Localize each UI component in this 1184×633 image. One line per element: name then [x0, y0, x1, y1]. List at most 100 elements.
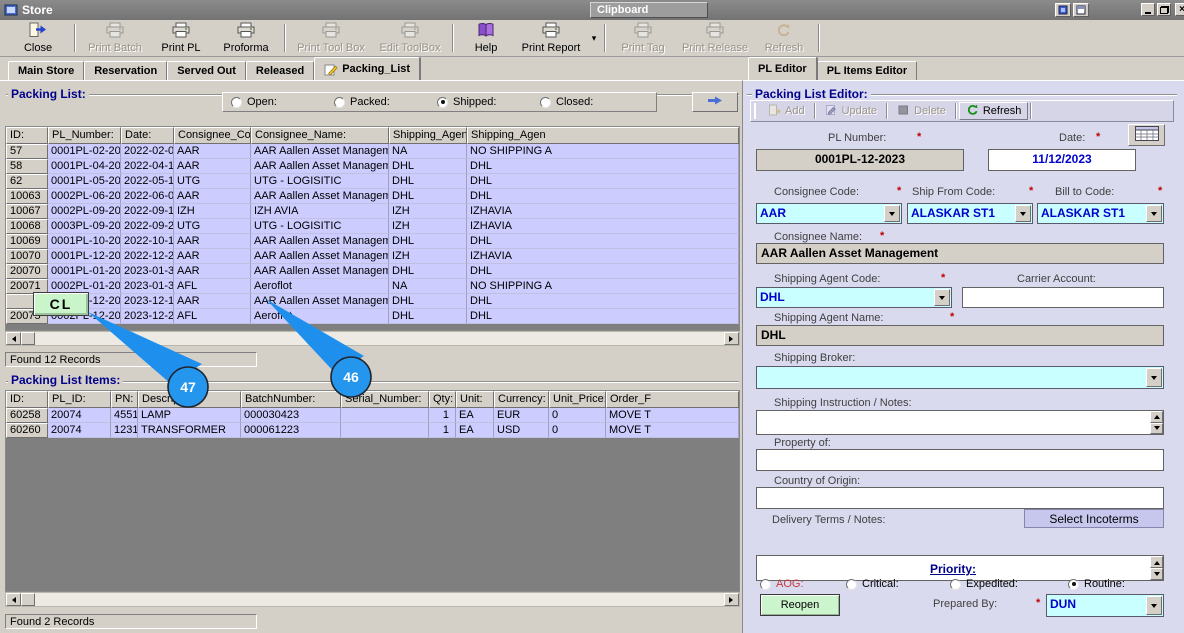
- filter-open[interactable]: Open:: [231, 96, 334, 108]
- tab-main-store[interactable]: Main Store: [8, 61, 85, 80]
- tab-packing-list[interactable]: Packing_List: [314, 57, 421, 80]
- column-header-date[interactable]: Date:: [121, 127, 174, 144]
- help-button[interactable]: Help: [458, 22, 514, 54]
- priority-critical[interactable]: Critical:: [846, 578, 899, 590]
- cl-annotation-button[interactable]: CL: [33, 292, 89, 316]
- date-field[interactable]: 11/12/2023: [988, 149, 1136, 171]
- items-hscrollbar[interactable]: [5, 592, 740, 607]
- packing-list-hscrollbar[interactable]: [5, 331, 740, 346]
- column-header-consignee-code[interactable]: Consignee_Code:: [174, 127, 251, 144]
- tab-released[interactable]: Released: [245, 61, 315, 80]
- priority-aog[interactable]: AOG:: [760, 578, 804, 590]
- column-header-description[interactable]: Description:: [138, 391, 241, 408]
- print-pl-button[interactable]: Print PL: [150, 22, 212, 54]
- table-row[interactable]: 100680003PL-09-20222022-09-26UTGUTG - LO…: [6, 219, 739, 234]
- store-shortcut-icon[interactable]: [1055, 3, 1071, 17]
- consignee-code-select[interactable]: AAR: [756, 203, 902, 224]
- radio-button-icon[interactable]: [334, 96, 345, 108]
- close-button[interactable]: Close: [6, 22, 70, 54]
- bill-to-code-select[interactable]: ALASKAR ST1: [1037, 203, 1164, 224]
- proforma-button[interactable]: Proforma: [212, 22, 280, 54]
- radio-button-icon[interactable]: [846, 578, 857, 590]
- table-row[interactable]: 100630002PL-06-20222022-06-06AARAAR Aall…: [6, 189, 739, 204]
- column-header-shipping-agent-cod[interactable]: Shipping_Agent_Cod: [389, 127, 467, 144]
- table-row[interactable]: 580001PL-04-20222022-04-18AARAAR Aallen …: [6, 159, 739, 174]
- scroll-up-icon[interactable]: [1150, 556, 1163, 568]
- filter-shipped[interactable]: Shipped:: [437, 96, 540, 108]
- scroll-left-icon[interactable]: [6, 332, 21, 345]
- tab-pl-items-editor[interactable]: PL Items Editor: [816, 61, 918, 80]
- column-header-currency[interactable]: Currency:: [494, 391, 549, 408]
- priority-routine[interactable]: Routine:: [1068, 578, 1125, 590]
- print-report-dropdown-icon[interactable]: ▾: [588, 22, 600, 54]
- textarea-scroll-buttons[interactable]: [1150, 556, 1163, 580]
- restore-button[interactable]: [1157, 3, 1171, 16]
- scroll-up-icon[interactable]: [1150, 411, 1163, 423]
- reopen-button[interactable]: Reopen: [760, 594, 840, 616]
- scrollbar-track[interactable]: [35, 593, 724, 606]
- chevron-down-icon[interactable]: [884, 205, 900, 222]
- column-header-unit-price[interactable]: Unit_Price:: [549, 391, 606, 408]
- table-row[interactable]: 620001PL-05-20222022-05-12UTGUTG - LOGIS…: [6, 174, 739, 189]
- tab-served-out[interactable]: Served Out: [167, 61, 246, 80]
- country-of-origin-input[interactable]: [756, 487, 1164, 509]
- radio-button-icon[interactable]: [1068, 578, 1079, 590]
- ship-from-code-select[interactable]: ALASKAR ST1: [907, 203, 1033, 224]
- filter-closed[interactable]: Closed:: [540, 96, 643, 108]
- scrollbar-track[interactable]: [35, 332, 724, 345]
- column-header-id[interactable]: ID:: [6, 127, 48, 144]
- scroll-right-icon[interactable]: [724, 332, 739, 345]
- table-row[interactable]: 570001PL-02-20222022-02-01AARAAR Aallen …: [6, 144, 739, 159]
- table-row[interactable]: 602602007412311TRANSFORMER000061223 1EAUS…: [6, 423, 739, 438]
- carrier-account-input[interactable]: [962, 287, 1164, 308]
- apply-filter-button[interactable]: [692, 92, 738, 112]
- scrollbar-thumb[interactable]: [21, 593, 35, 606]
- chevron-down-icon[interactable]: [934, 289, 950, 306]
- column-header-pl-number[interactable]: PL_Number:: [48, 127, 121, 144]
- table-row[interactable]: 100690001PL-10-20222022-10-13AARAAR Aall…: [6, 234, 739, 249]
- column-header-pn[interactable]: PN:: [111, 391, 138, 408]
- refresh-button[interactable]: Refresh: [958, 102, 1029, 120]
- column-header-batchnumber[interactable]: BatchNumber:: [241, 391, 341, 408]
- table-row[interactable]: 100700001PL-12-20222022-12-21AARAAR Aall…: [6, 249, 739, 264]
- select-incoterms-button[interactable]: Select Incoterms: [1024, 509, 1164, 528]
- print-report-button[interactable]: Print Report: [514, 22, 588, 54]
- column-header-order-f[interactable]: Order_F: [606, 391, 739, 408]
- column-header-qty[interactable]: Qty:: [429, 391, 456, 408]
- chevron-down-icon[interactable]: [1146, 596, 1162, 615]
- table-row[interactable]: 0001PL-12-20232023-12-11AARAAR Aallen As…: [6, 294, 739, 309]
- textarea-scroll-buttons[interactable]: [1150, 411, 1163, 434]
- scroll-down-icon[interactable]: [1150, 422, 1163, 434]
- column-header-shipping-agen[interactable]: Shipping_Agen: [467, 127, 739, 144]
- tab-reservation[interactable]: Reservation: [84, 61, 168, 80]
- column-header-serial-number[interactable]: Serial_Number:: [341, 391, 429, 408]
- table-row[interactable]: 200700001PL-01-20232023-01-30AARAAR Aall…: [6, 264, 739, 279]
- scrollbar-thumb[interactable]: [21, 332, 35, 345]
- column-header-consignee-name[interactable]: Consignee_Name:: [251, 127, 389, 144]
- form-shortcut-icon[interactable]: [1073, 3, 1089, 17]
- calendar-button[interactable]: [1128, 124, 1165, 146]
- close-window-button[interactable]: ×: [1175, 3, 1184, 16]
- prepared-by-select[interactable]: DUN: [1046, 594, 1164, 617]
- radio-button-icon[interactable]: [950, 578, 961, 590]
- table-row[interactable]: 200750002PL-12-20232023-12-22AFLAeroflot…: [6, 309, 739, 324]
- filter-packed[interactable]: Packed:: [334, 96, 437, 108]
- priority-expedited[interactable]: Expedited:: [950, 578, 1018, 590]
- column-header-unit[interactable]: Unit:: [456, 391, 494, 408]
- property-of-input[interactable]: [756, 449, 1164, 471]
- chevron-down-icon[interactable]: [1146, 205, 1162, 222]
- chevron-down-icon[interactable]: [1015, 205, 1031, 222]
- scroll-right-icon[interactable]: [724, 593, 739, 606]
- column-header-pl-id[interactable]: PL_ID:: [48, 391, 111, 408]
- shipping-agent-code-select[interactable]: DHL: [756, 287, 952, 308]
- scroll-left-icon[interactable]: [6, 593, 21, 606]
- tab-pl-editor[interactable]: PL Editor: [748, 57, 817, 80]
- radio-button-icon[interactable]: [540, 96, 551, 108]
- chevron-down-icon[interactable]: [1146, 368, 1162, 387]
- table-row[interactable]: 100670002PL-09-20222022-09-15IZHIZH AVIA…: [6, 204, 739, 219]
- shipping-instruction-textarea[interactable]: [756, 410, 1164, 435]
- minimize-button[interactable]: [1141, 3, 1155, 16]
- column-header-id[interactable]: ID:: [6, 391, 48, 408]
- table-row[interactable]: 60258 20074 4551 LAMP 000030423 1 EA EUR 0 MOVE T: [6, 408, 739, 423]
- radio-button-icon[interactable]: [437, 96, 448, 108]
